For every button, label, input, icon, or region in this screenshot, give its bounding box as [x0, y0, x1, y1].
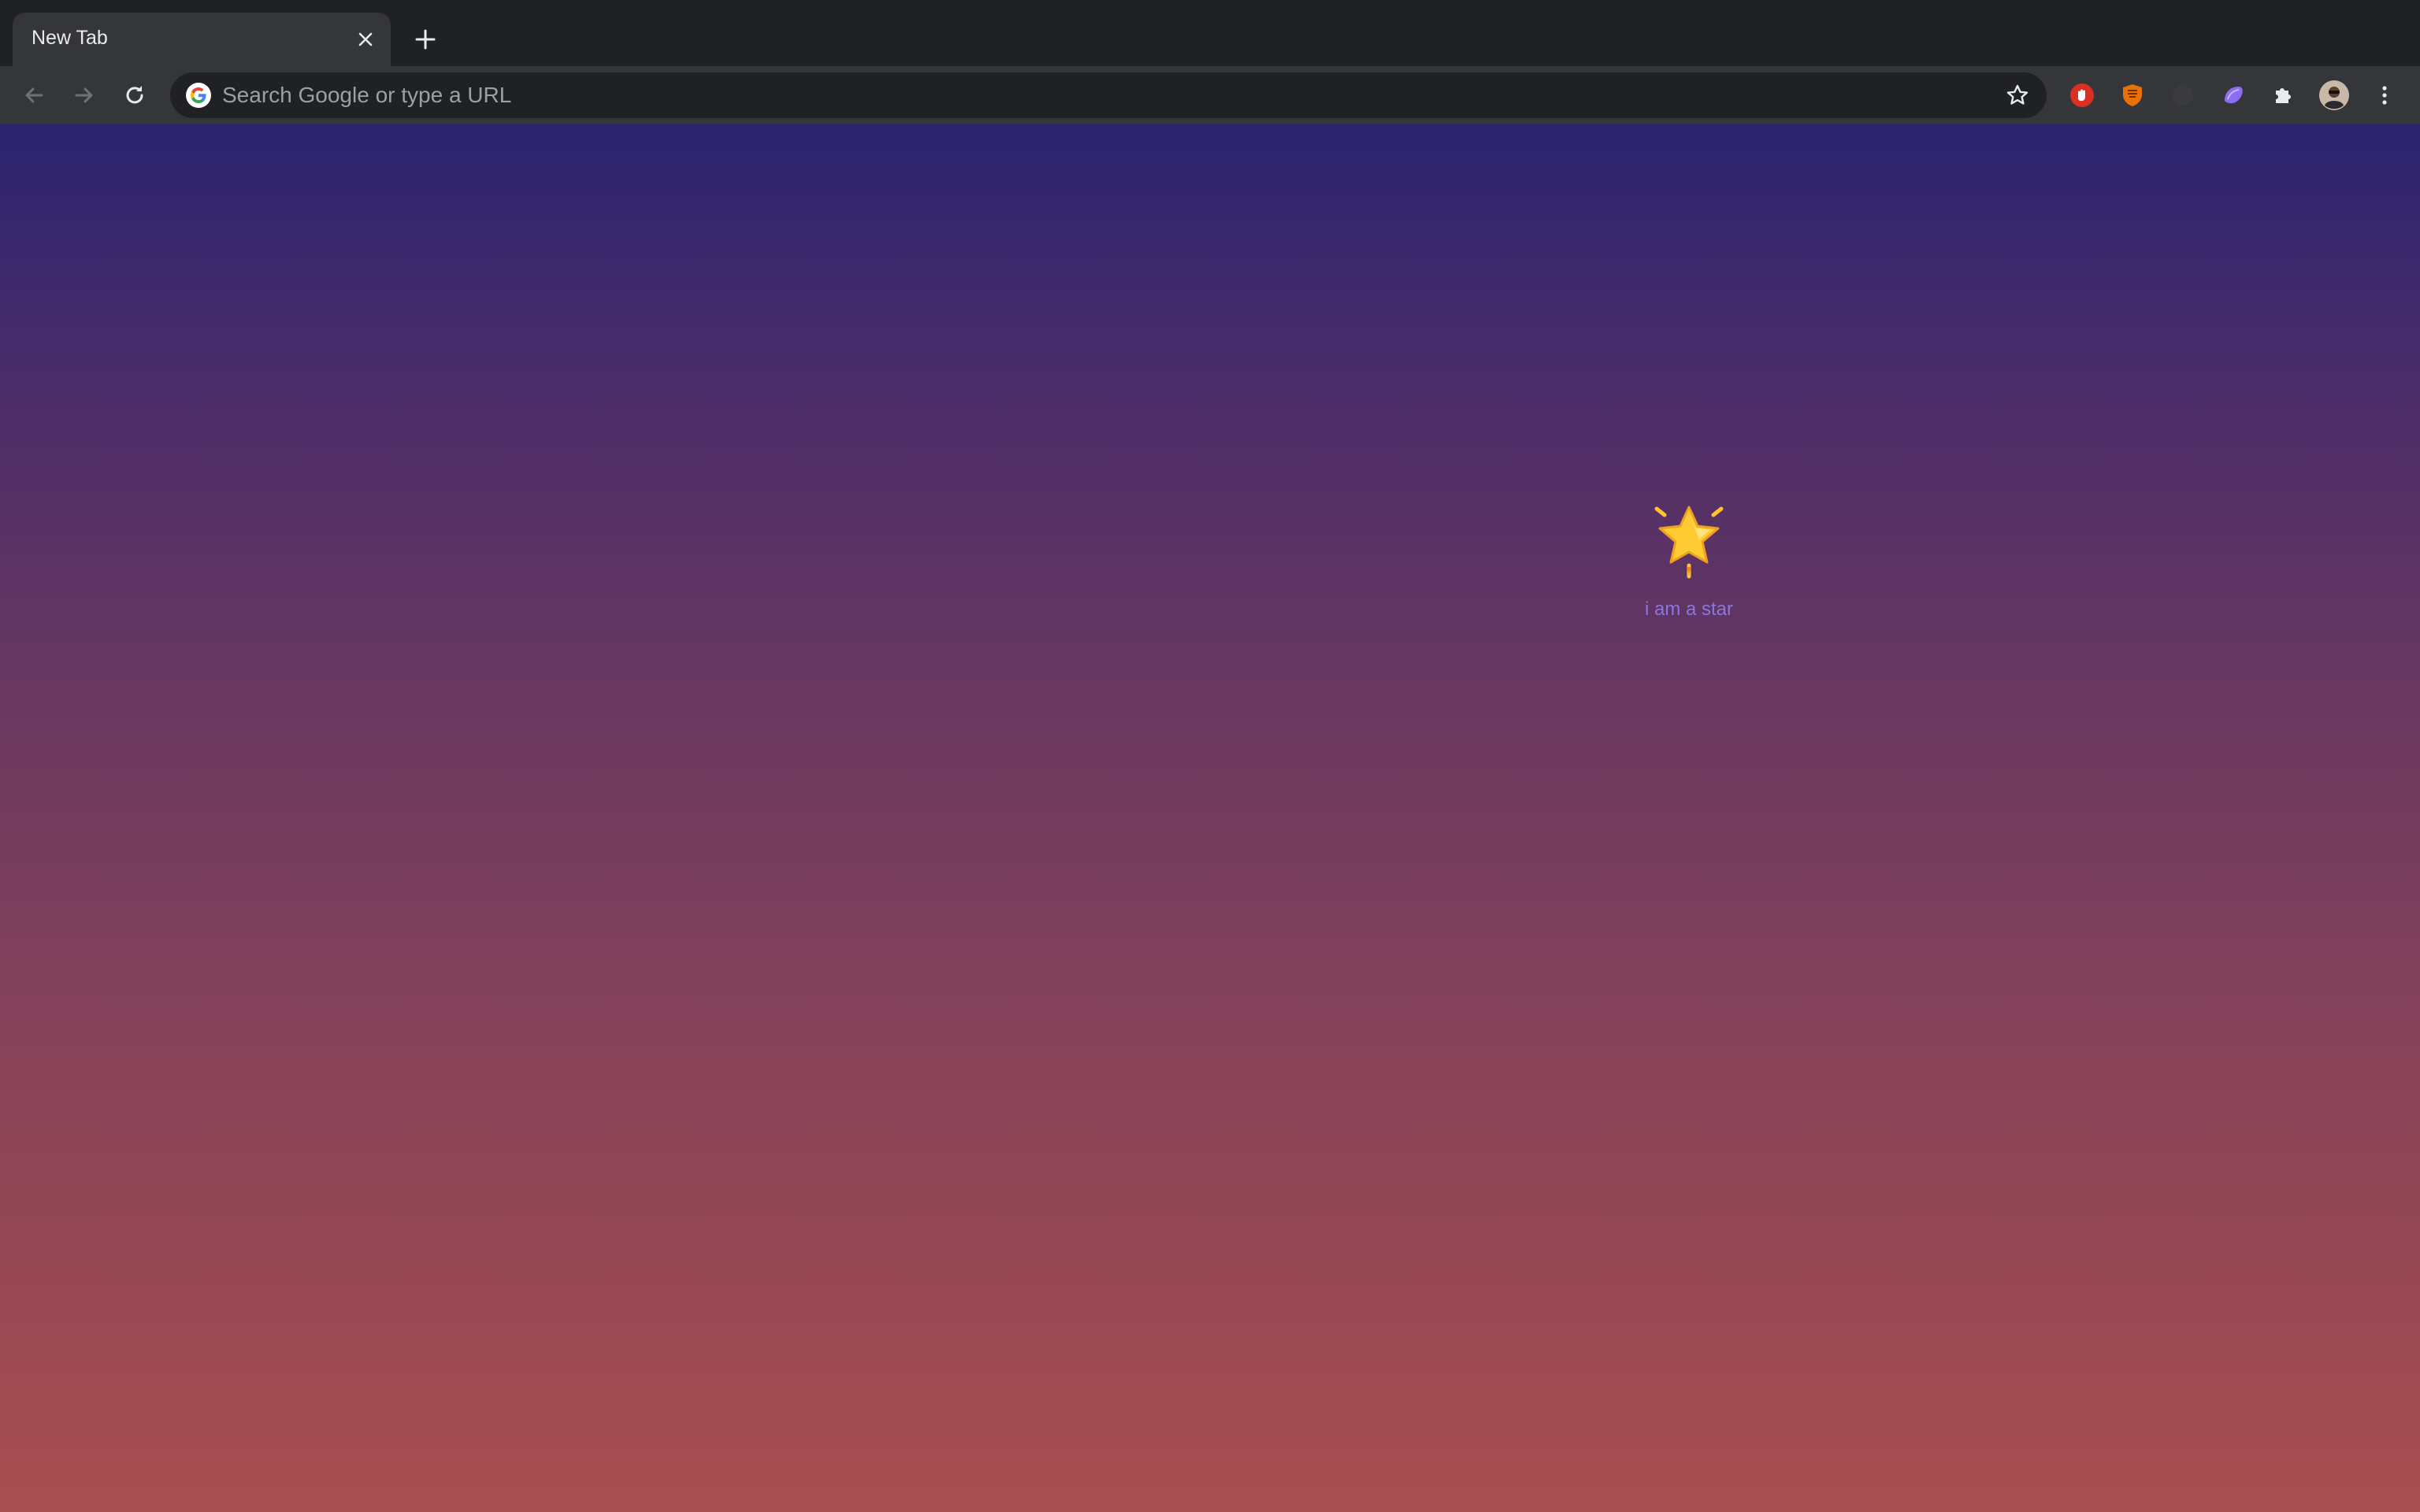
glowing-star-icon [1654, 506, 1724, 579]
new-tab-button[interactable] [410, 24, 441, 55]
forward-button[interactable] [68, 79, 101, 112]
back-arrow-icon [25, 87, 43, 103]
close-icon[interactable] [353, 27, 378, 52]
kebab-menu-icon[interactable] [2368, 79, 2401, 112]
reload-button[interactable] [118, 79, 151, 112]
dark-extension-icon[interactable] [2166, 79, 2199, 112]
avatar[interactable] [2318, 79, 2351, 112]
browser-toolbar [0, 66, 2420, 124]
star-outline-icon[interactable] [2004, 82, 2031, 109]
star-caption: i am a star [1644, 598, 1734, 620]
forward-arrow-icon [75, 87, 93, 103]
tab-new-tab[interactable]: New Tab [13, 13, 391, 66]
orange-shield-extension-icon[interactable] [2116, 79, 2149, 112]
red-hand-extension-icon[interactable] [2066, 79, 2099, 112]
puzzle-icon[interactable] [2267, 79, 2300, 112]
tab-title: New Tab [32, 27, 108, 49]
google-logo-icon [186, 83, 211, 108]
tab-strip: New Tab [0, 0, 2420, 66]
star-widget: i am a star [1602, 495, 1776, 652]
reload-icon [126, 86, 143, 104]
back-button[interactable] [17, 79, 50, 112]
purple-extension-icon[interactable] [2217, 79, 2250, 112]
omnibox-input[interactable] [222, 79, 1955, 112]
new-tab-page: i am a star [0, 124, 2420, 1512]
plus-icon [415, 29, 436, 50]
omnibox[interactable] [170, 72, 2047, 118]
